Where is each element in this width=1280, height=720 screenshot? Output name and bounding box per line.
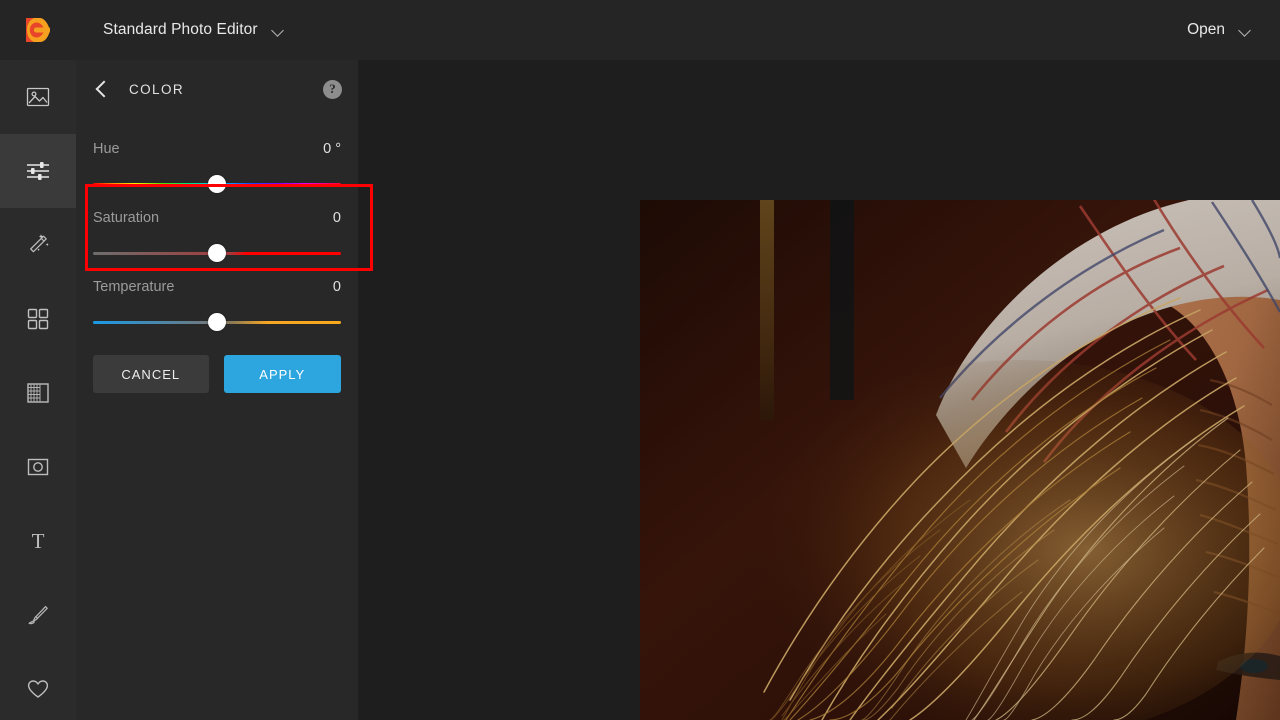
vignette-icon (25, 454, 51, 480)
slider-hue-track-wrap[interactable] (93, 175, 341, 193)
photo-canvas[interactable] (358, 60, 1280, 720)
sidebar-item-favorites[interactable] (0, 652, 76, 720)
panel-actions: CANCEL APPLY (76, 335, 358, 393)
sidebar-item-text[interactable]: T (0, 504, 76, 578)
slider-hue-unit: ° (335, 141, 341, 157)
slider-temperature-row: Temperature 0 (93, 266, 341, 295)
slider-saturation-row: Saturation 0 (93, 197, 341, 226)
apply-button[interactable]: APPLY (224, 355, 341, 393)
slider-list: Hue 0° Saturation 0 (76, 118, 358, 335)
slider-hue-label: Hue (93, 141, 120, 157)
sidebar-item-draw[interactable] (0, 578, 76, 652)
help-circle-icon[interactable]: ? (323, 80, 342, 99)
slider-hue-value: 0° (323, 141, 341, 157)
cancel-button[interactable]: CANCEL (93, 355, 209, 393)
chevron-down-icon (1239, 24, 1252, 37)
photo-editor-logo-icon (23, 15, 53, 45)
sliders-icon (25, 158, 51, 184)
panel-header: COLOR ? (76, 60, 358, 118)
svg-text:T: T (32, 529, 45, 553)
sidebar-item-overlays[interactable] (0, 282, 76, 356)
open-label: Open (1187, 21, 1225, 39)
slider-temperature: Temperature 0 (76, 266, 358, 335)
color-tool-panel: COLOR ? Hue 0° Saturation 0 (76, 60, 358, 720)
slider-saturation-knob[interactable] (208, 244, 226, 262)
slider-saturation-track-wrap[interactable] (93, 244, 341, 262)
slider-hue: Hue 0° (76, 128, 358, 197)
document-title: Standard Photo Editor (103, 21, 258, 39)
slider-saturation-value: 0 (333, 210, 341, 226)
sidebar-item-effects[interactable] (0, 208, 76, 282)
app-logo[interactable] (0, 0, 76, 60)
top-bar: Standard Photo Editor Open (0, 0, 1280, 60)
image-icon (25, 84, 51, 110)
chevron-down-icon (272, 24, 285, 37)
photo-editor-app: Standard Photo Editor Open (0, 0, 1280, 720)
magic-wand-icon (25, 232, 51, 258)
text-icon: T (25, 528, 51, 554)
open-menu-button[interactable]: Open (1187, 21, 1252, 39)
grid-squares-icon (25, 306, 51, 332)
heart-icon (25, 676, 51, 702)
edited-photo[interactable] (640, 200, 1280, 720)
document-title-dropdown[interactable]: Standard Photo Editor (103, 21, 285, 39)
chevron-left-icon[interactable] (91, 78, 113, 100)
sidebar-item-image[interactable] (0, 60, 76, 134)
slider-saturation-label: Saturation (93, 210, 159, 226)
slider-temperature-track-wrap[interactable] (93, 313, 341, 331)
panel-title: COLOR (129, 82, 184, 97)
slider-temperature-label: Temperature (93, 279, 174, 295)
slider-temperature-value: 0 (333, 279, 341, 295)
sidebar-item-adjust[interactable] (0, 134, 76, 208)
slider-hue-row: Hue 0° (93, 128, 341, 157)
slider-saturation: Saturation 0 (76, 197, 358, 266)
tool-rail: T (0, 60, 76, 720)
slider-temperature-knob[interactable] (208, 313, 226, 331)
slider-hue-number: 0 (323, 141, 331, 157)
photo-content (640, 200, 1280, 720)
sidebar-item-vignette[interactable] (0, 430, 76, 504)
sidebar-item-frames[interactable] (0, 356, 76, 430)
slider-hue-knob[interactable] (208, 175, 226, 193)
brush-icon (25, 602, 51, 628)
frame-icon (25, 380, 51, 406)
